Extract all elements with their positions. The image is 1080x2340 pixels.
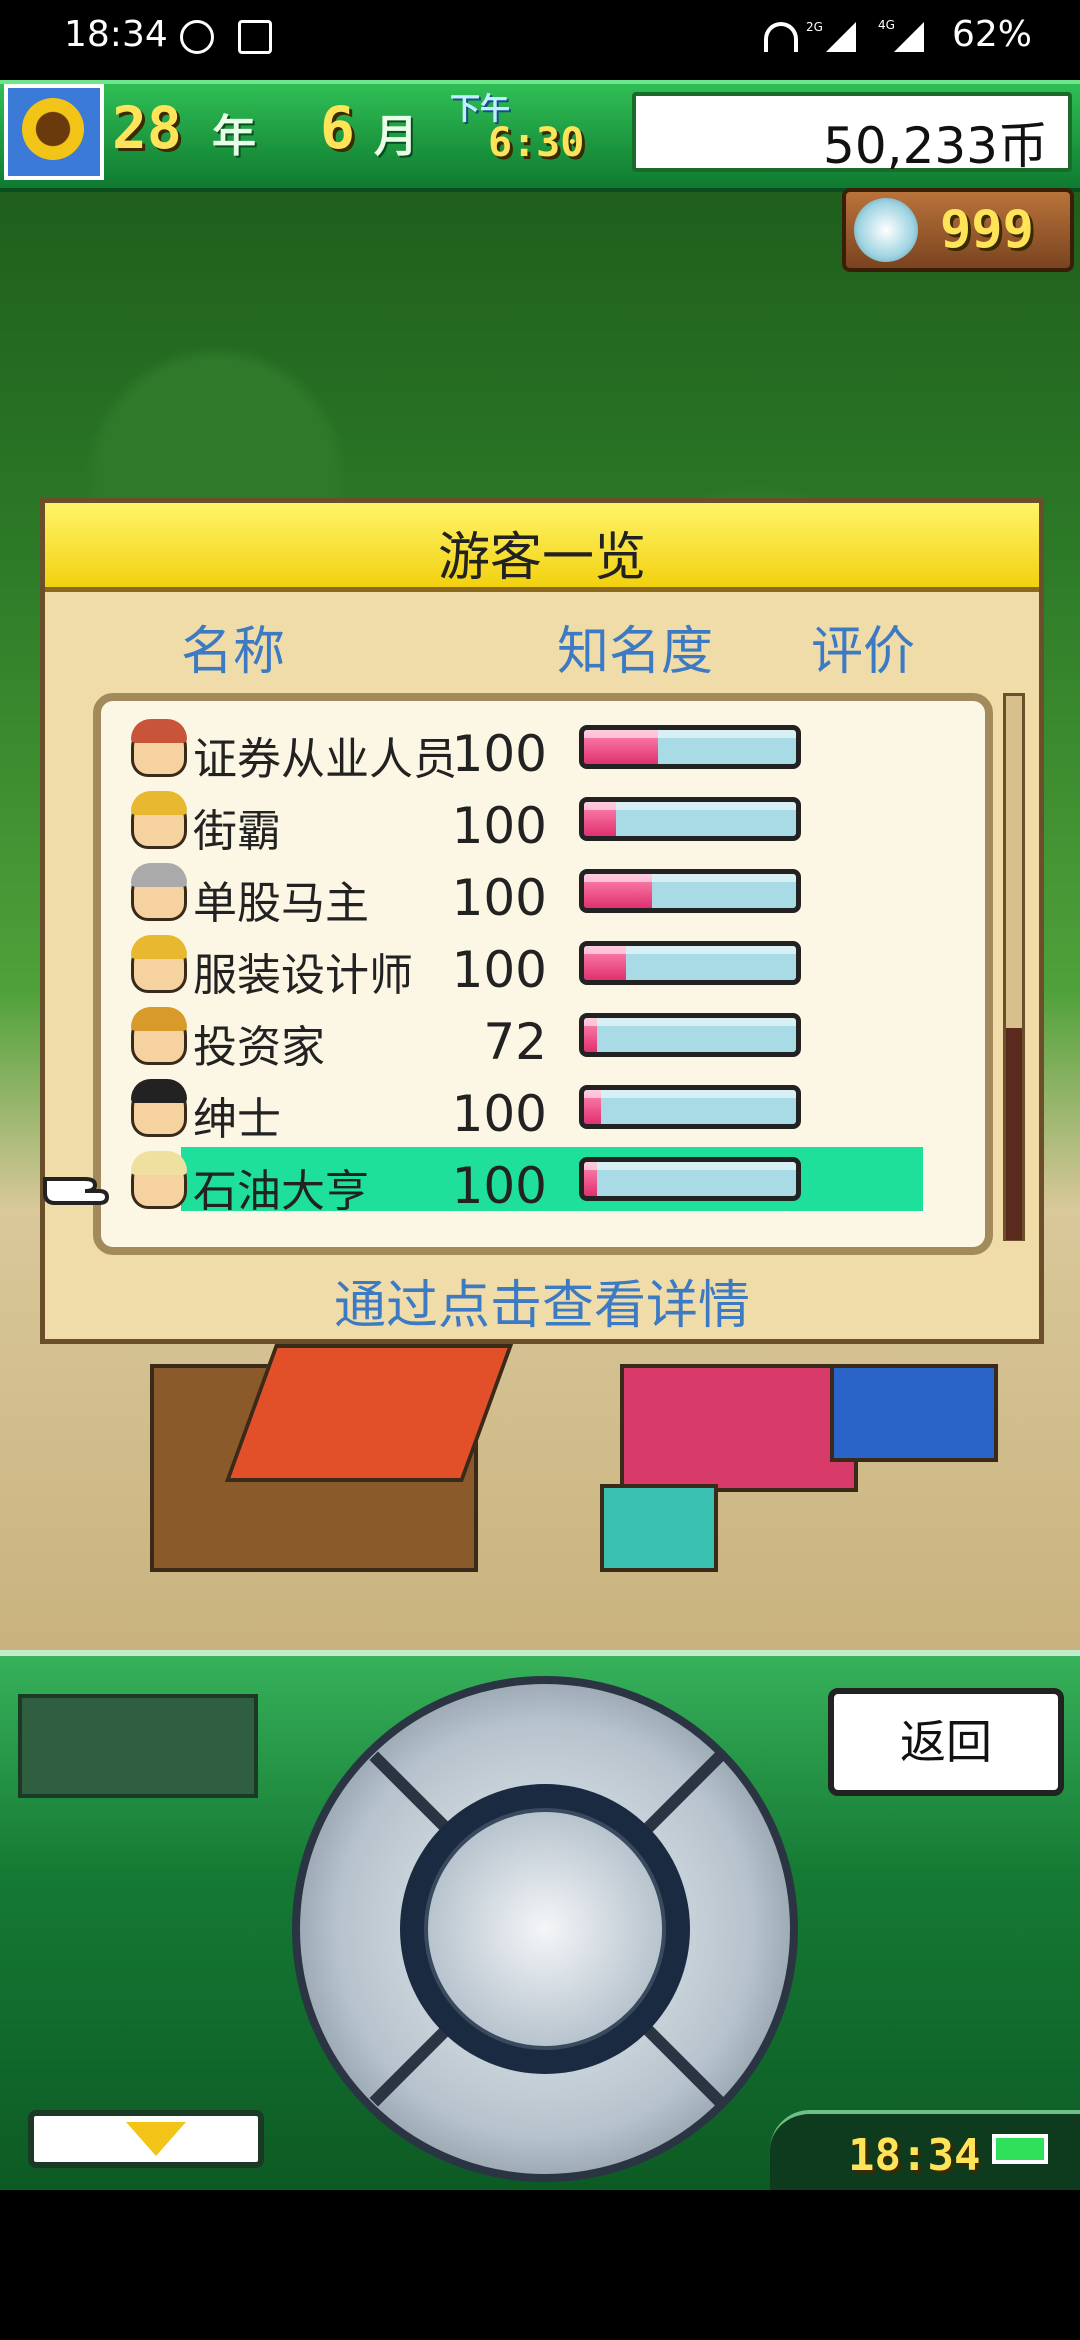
column-header-rating: 评价 bbox=[811, 622, 916, 682]
dialog-title: 游客一览 bbox=[437, 528, 646, 588]
year-number: 28 bbox=[112, 94, 182, 162]
visitor-avatar bbox=[131, 1079, 187, 1137]
rating-bar bbox=[579, 797, 801, 841]
visitor-avatar bbox=[131, 1151, 187, 1209]
visitor-list[interactable]: 证券从业人员 100 街霸 100 单股马主 100 服装设计师 100 投资家 72 绅士 100 石… bbox=[93, 693, 993, 1255]
avatar-hair bbox=[131, 863, 187, 887]
visitor-row[interactable]: 服装设计师 100 bbox=[101, 931, 985, 1001]
column-header-name: 名称 bbox=[181, 622, 286, 682]
rating-bar-shine bbox=[584, 730, 796, 738]
visitor-avatar bbox=[131, 1007, 187, 1065]
rating-bar-shine bbox=[584, 1162, 796, 1170]
rating-bar-shine bbox=[584, 946, 796, 954]
visitor-avatar bbox=[131, 863, 187, 921]
visitor-fame: 72 bbox=[483, 1013, 547, 1071]
medal-counter[interactable]: 999 bbox=[842, 188, 1074, 272]
sync-icon bbox=[180, 20, 214, 54]
dpad[interactable] bbox=[292, 1676, 798, 2182]
battery-icon bbox=[992, 2134, 1048, 2164]
rating-bar bbox=[579, 1157, 801, 1201]
rating-bar bbox=[579, 869, 801, 913]
visitor-fame: 100 bbox=[451, 1157, 547, 1215]
visitor-avatar bbox=[131, 719, 187, 777]
visitor-row[interactable]: 单股马主 100 bbox=[101, 859, 985, 929]
visitor-row[interactable]: 投资家 72 bbox=[101, 1003, 985, 1073]
rating-bar-shine bbox=[584, 1090, 796, 1098]
rating-bar-shine bbox=[584, 874, 796, 882]
money-display: 50,233币 bbox=[632, 92, 1072, 175]
visitor-name: 街霸 bbox=[193, 806, 281, 857]
rating-bar bbox=[579, 1085, 801, 1129]
sunflower-icon[interactable] bbox=[4, 84, 104, 180]
signal-icon-1 bbox=[826, 22, 856, 52]
controller-panel: 返回 18:34 bbox=[0, 1650, 1080, 2198]
dialog-title-bar: 游客一览 bbox=[45, 503, 1039, 592]
pointing-hand-icon bbox=[43, 1177, 110, 1205]
visitor-name: 绅士 bbox=[193, 1094, 281, 1145]
rating-bar-shine bbox=[584, 802, 796, 810]
visitor-avatar bbox=[131, 791, 187, 849]
game-clock: 6:30 bbox=[488, 120, 585, 166]
visitor-avatar bbox=[131, 935, 187, 993]
visitor-name: 投资家 bbox=[193, 1022, 325, 1073]
blue-house bbox=[830, 1364, 998, 1462]
year-label: 年 bbox=[212, 111, 256, 162]
network-label-2: 4G bbox=[878, 18, 895, 32]
visitor-row[interactable]: 绅士 100 bbox=[101, 1075, 985, 1145]
visitor-fame: 100 bbox=[451, 1085, 547, 1143]
visitor-fame: 100 bbox=[451, 797, 547, 855]
visitor-fame: 100 bbox=[451, 869, 547, 927]
kiosk-building bbox=[600, 1484, 718, 1572]
status-bar: 18:34 2G 4G 62% bbox=[0, 0, 1080, 78]
rating-bar bbox=[579, 1013, 801, 1057]
list-scrollbar[interactable] bbox=[1003, 693, 1025, 1241]
column-header-fame: 知名度 bbox=[557, 622, 714, 682]
month-label: 月 bbox=[374, 111, 418, 162]
signal-icon-2 bbox=[894, 22, 924, 52]
down-arrow-icon bbox=[126, 2122, 186, 2156]
visitor-name: 服装设计师 bbox=[193, 950, 413, 1001]
visitor-name: 石油大亨 bbox=[193, 1166, 369, 1217]
rating-bar-shine bbox=[584, 1018, 796, 1026]
device-clock-panel: 18:34 bbox=[770, 2110, 1080, 2198]
avatar-hair bbox=[131, 1007, 187, 1031]
visitor-list-dialog: 游客一览 名称 知名度 评价 证券从业人员 100 街霸 100 单股马主 100 服装设计… bbox=[40, 498, 1044, 1344]
device-clock: 18:34 bbox=[848, 2130, 981, 2181]
horse-medal-icon bbox=[854, 198, 918, 262]
avatar-hair bbox=[131, 791, 187, 815]
image-icon bbox=[238, 20, 272, 54]
visitor-row[interactable]: 石油大亨 100 bbox=[101, 1147, 985, 1217]
stable-roof bbox=[224, 1344, 514, 1482]
hint-text: 通过点击查看详情 bbox=[333, 1276, 750, 1336]
rating-bar bbox=[579, 725, 801, 769]
avatar-hair bbox=[131, 1079, 187, 1103]
visitor-fame: 100 bbox=[451, 725, 547, 783]
scroll-thumb[interactable] bbox=[1006, 1028, 1022, 1240]
bottom-black-bar bbox=[0, 2190, 1080, 2340]
left-blank-button[interactable] bbox=[18, 1694, 258, 1798]
month-number: 6 bbox=[320, 94, 355, 162]
money-amount: 50,233币 bbox=[823, 117, 1048, 175]
back-button[interactable]: 返回 bbox=[828, 1688, 1064, 1796]
visitor-row[interactable]: 证券从业人员 100 bbox=[101, 715, 985, 785]
battery-percent: 62% bbox=[951, 14, 1032, 55]
dpad-center-button[interactable] bbox=[424, 1808, 666, 2050]
headphones-icon bbox=[764, 22, 798, 52]
shop-building bbox=[620, 1364, 858, 1492]
avatar-hair bbox=[131, 1151, 187, 1175]
visitor-fame: 100 bbox=[451, 941, 547, 999]
medal-count: 999 bbox=[940, 200, 1034, 260]
visitor-name: 单股马主 bbox=[193, 878, 369, 929]
status-time: 18:34 bbox=[64, 14, 168, 55]
network-label-1: 2G bbox=[806, 20, 823, 34]
menu-toggle-button[interactable] bbox=[28, 2110, 264, 2168]
visitor-row[interactable]: 街霸 100 bbox=[101, 787, 985, 857]
avatar-hair bbox=[131, 935, 187, 959]
avatar-hair bbox=[131, 719, 187, 743]
rating-bar bbox=[579, 941, 801, 985]
